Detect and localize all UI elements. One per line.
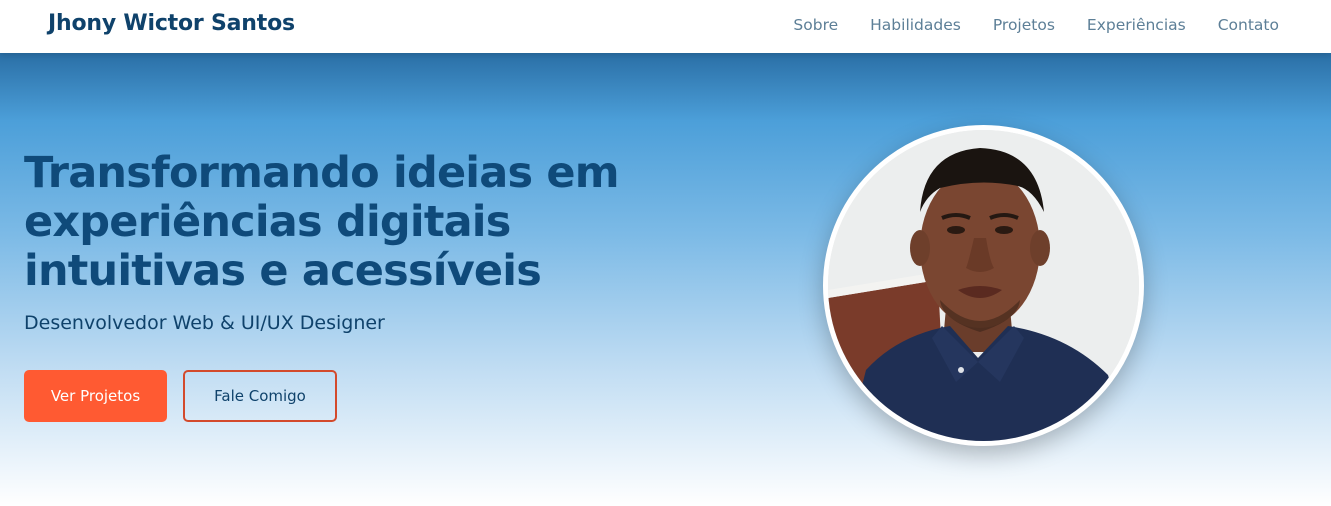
hero-subtitle: Desenvolvedor Web & UI/UX Designer <box>24 312 385 334</box>
profile-photo <box>823 125 1144 446</box>
nav-link-contato[interactable]: Contato <box>1218 16 1279 34</box>
brand-logo[interactable]: Jhony Wictor Santos <box>48 11 295 36</box>
nav-link-habilidades[interactable]: Habilidades <box>870 16 961 34</box>
view-projects-button[interactable]: Ver Projetos <box>24 370 167 422</box>
contact-me-button[interactable]: Fale Comigo <box>183 370 337 422</box>
nav-link-projetos[interactable]: Projetos <box>993 16 1055 34</box>
hero-section: Transformando ideias em experiências dig… <box>0 53 1331 506</box>
nav-link-sobre[interactable]: Sobre <box>793 16 838 34</box>
main-nav: Sobre Habilidades Projetos Experiências … <box>793 16 1279 34</box>
profile-photo-illustration <box>828 130 1139 441</box>
hero-title: Transformando ideias em experiências dig… <box>24 148 620 296</box>
nav-link-experiencias[interactable]: Experiências <box>1087 16 1186 34</box>
site-header: Jhony Wictor Santos Sobre Habilidades Pr… <box>0 0 1331 53</box>
